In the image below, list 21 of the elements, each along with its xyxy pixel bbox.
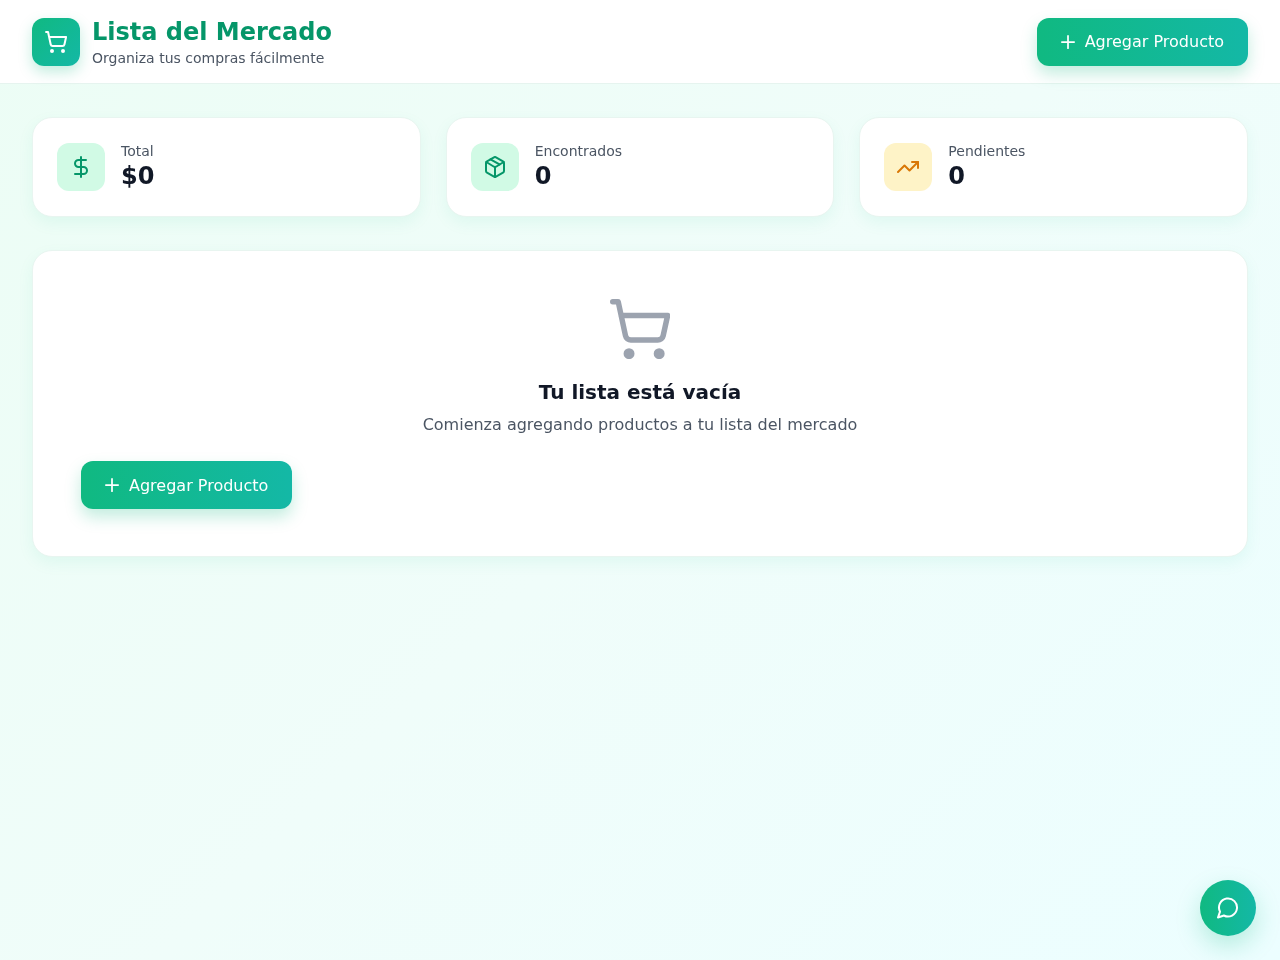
box-icon [470,143,519,191]
stat-label: Encontrados [534,142,623,160]
app-title: Lista del Mercado [92,16,332,47]
cart-icon [610,299,670,359]
stat-value: 0 [534,162,553,190]
app-subtitle: Organiza tus compras fácilmente [92,48,326,67]
add-product-button[interactable]: Agregar Producto [1036,17,1248,66]
stat-label: Total [121,142,155,160]
empty-message: Comienza agregando productos a tu lista del mercado [422,415,858,435]
plus-icon [1060,34,1075,49]
stat-label: Pendientes [948,142,1026,160]
stat-value: $0 [121,162,155,190]
plus-icon [105,478,119,492]
stat-value: 0 [948,162,967,190]
chat-button[interactable] [1200,880,1256,936]
dollar-sign-icon [57,143,105,191]
empty-title: Tu lista está vacía [538,379,742,405]
add-product-button[interactable]: Agregar Producto [81,461,293,509]
trending-up-icon [884,143,933,191]
cart-icon [32,17,80,66]
chat-bubble-icon [1217,897,1239,919]
